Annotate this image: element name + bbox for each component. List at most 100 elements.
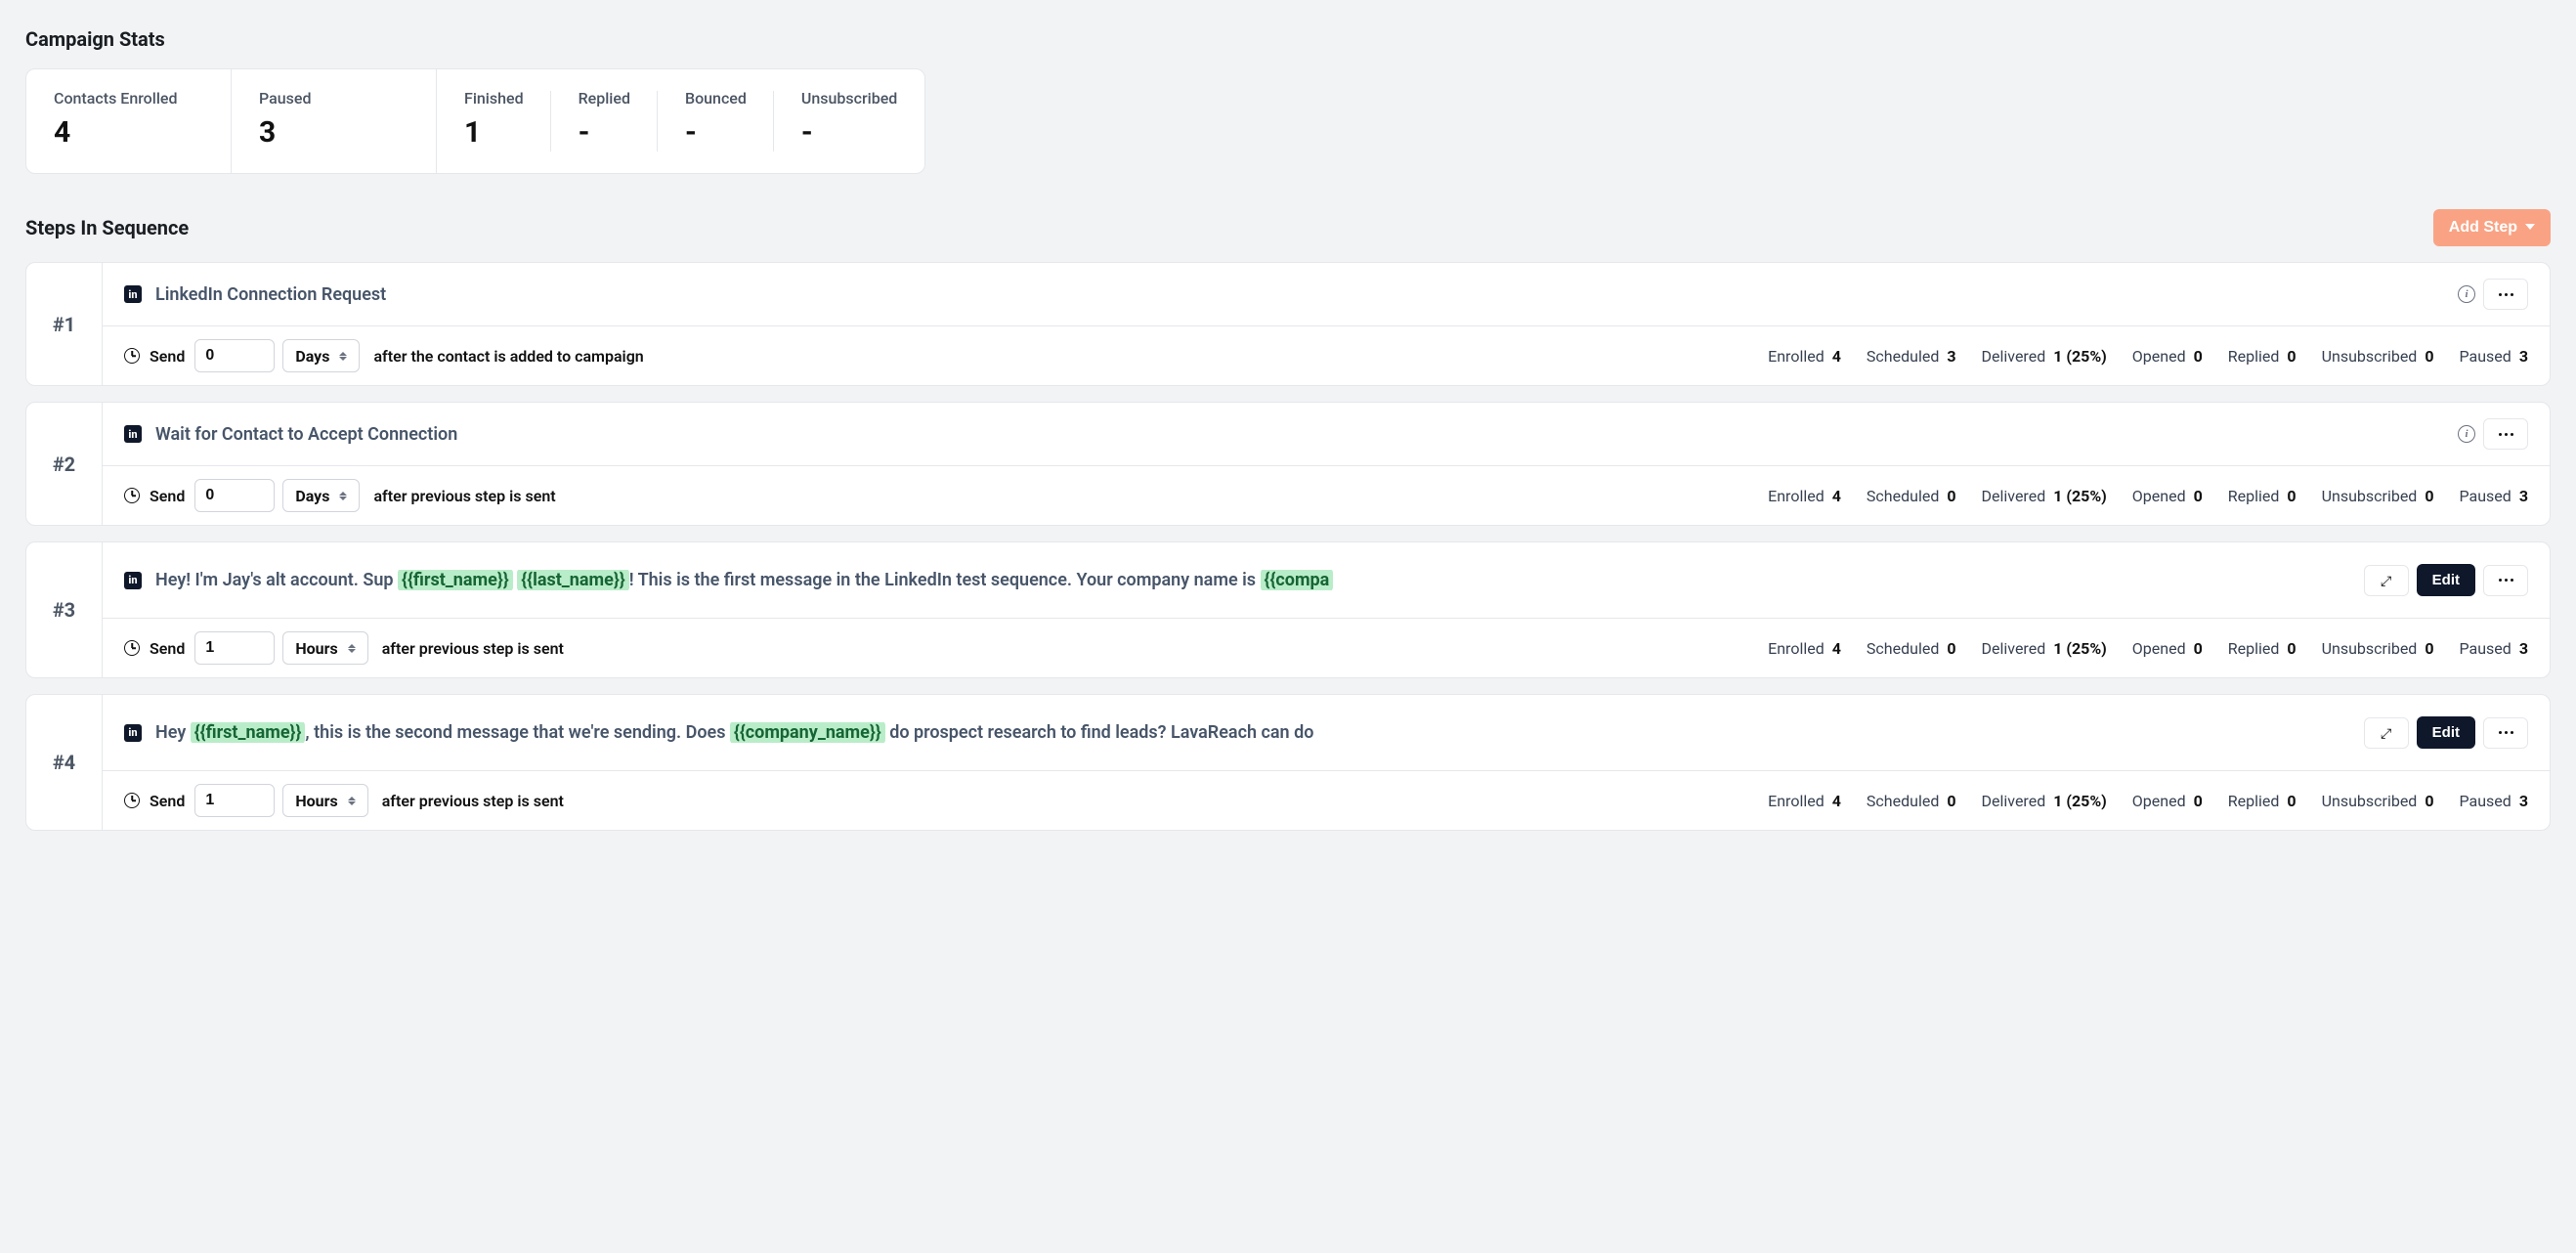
metric-value: 0 [2194,487,2203,505]
metric-label: Opened [2132,792,2186,810]
stat-value: 3 [259,115,408,150]
more-button[interactable] [2483,565,2528,596]
send-unit-select[interactable]: Days [282,479,360,512]
step-number: #2 [26,403,103,525]
metric-value: 0 [1947,792,1955,810]
stat-label: Contacts Enrolled [54,89,203,108]
send-label: Send [150,487,185,505]
steps-in-sequence-heading: Steps In Sequence [25,216,189,239]
send-unit-select[interactable]: Days [282,339,360,372]
metric-label: Paused [2460,792,2512,810]
metric-label: Enrolled [1768,487,1825,505]
stat-value: - [579,115,630,150]
metric-value: 3 [1947,347,1955,366]
send-label: Send [150,792,185,810]
dots-icon [2499,579,2513,582]
dots-icon [2499,433,2513,436]
metric-label: Replied [2228,487,2280,505]
add-step-label: Add Step [2449,219,2517,237]
send-after-text: after previous step is sent [382,792,564,810]
metric-label: Replied [2228,347,2280,366]
clock-icon [124,488,140,503]
dots-icon [2499,731,2513,734]
add-step-button[interactable]: Add Step [2433,209,2551,246]
metric-value: 1 (25%) [2053,639,2107,658]
metric-value: 0 [2425,639,2433,658]
metric-label: Unsubscribed [2322,639,2418,658]
step-title: LinkedIn Connection Request [155,284,386,305]
more-button[interactable] [2483,418,2528,450]
dots-icon [2499,293,2513,296]
metric-label: Paused [2460,639,2512,658]
more-button[interactable] [2483,279,2528,310]
metric-label: Delivered [1982,487,2046,505]
campaign-stats-heading: Campaign Stats [25,27,2551,51]
stat-value: - [685,115,747,150]
send-unit-value: Days [295,487,329,505]
send-label: Send [150,639,185,658]
send-value-input[interactable] [194,339,275,372]
info-icon[interactable] [2458,425,2475,443]
metric-value: 0 [2194,347,2203,366]
metric-label: Scheduled [1867,639,1939,658]
info-icon[interactable] [2458,285,2475,303]
metric-label: Delivered [1982,639,2046,658]
metric-label: Delivered [1982,347,2046,366]
linkedin-icon: in [124,572,142,589]
metric-value: 4 [1832,639,1841,658]
send-after-text: after previous step is sent [373,487,555,505]
linkedin-icon: in [124,724,142,742]
metric-value: 4 [1832,347,1841,366]
send-value-input[interactable] [194,631,275,665]
step-card: #3 in Hey! I'm Jay's alt account. Sup {{… [25,541,2551,678]
metric-value: 0 [2425,347,2433,366]
select-caret-icon [348,797,356,805]
metric-value: 0 [1947,639,1955,658]
template-token: {{first_name}} [191,722,306,743]
send-unit-value: Days [295,347,329,366]
stat-label: Unsubscribed [801,89,897,108]
metric-label: Enrolled [1768,792,1825,810]
metric-label: Unsubscribed [2322,792,2418,810]
edit-button[interactable]: Edit [2417,716,2475,749]
send-value-input[interactable] [194,784,275,817]
send-unit-value: Hours [295,792,337,810]
linkedin-icon: in [124,285,142,303]
select-caret-icon [339,352,347,361]
step-number: #4 [26,695,103,830]
expand-button[interactable]: ⤢ [2364,717,2409,749]
metric-value: 0 [2287,639,2296,658]
send-unit-select[interactable]: Hours [282,784,367,817]
metric-value: 0 [2287,487,2296,505]
metric-value: 3 [2519,487,2528,505]
send-label: Send [150,347,185,366]
metric-label: Paused [2460,487,2512,505]
expand-icon: ⤢ [2381,726,2391,740]
metric-value: 0 [1947,487,1955,505]
send-value-input[interactable] [194,479,275,512]
clock-icon [124,640,140,656]
metric-value: 4 [1832,792,1841,810]
metric-value: 3 [2519,639,2528,658]
linkedin-icon: in [124,425,142,443]
clock-icon [124,793,140,808]
metric-value: 0 [2425,487,2433,505]
template-token: {{last_name}} [517,570,629,590]
stat-label: Paused [259,89,408,108]
more-button[interactable] [2483,717,2528,749]
template-token: {{first_name}} [398,570,513,590]
metric-label: Opened [2132,487,2186,505]
metric-value: 1 (25%) [2053,792,2107,810]
send-unit-select[interactable]: Hours [282,631,367,665]
stat-replied: Replied - [551,69,658,173]
metric-value: 1 (25%) [2053,347,2107,366]
edit-button[interactable]: Edit [2417,564,2475,596]
expand-button[interactable]: ⤢ [2364,565,2409,596]
metric-label: Unsubscribed [2322,487,2418,505]
expand-icon: ⤢ [2381,574,2391,587]
metric-value: 0 [2425,792,2433,810]
select-caret-icon [339,492,347,500]
metric-label: Paused [2460,347,2512,366]
template-token: {{compa [1261,570,1334,590]
stat-unsubscribed: Unsubscribed - [774,69,924,173]
